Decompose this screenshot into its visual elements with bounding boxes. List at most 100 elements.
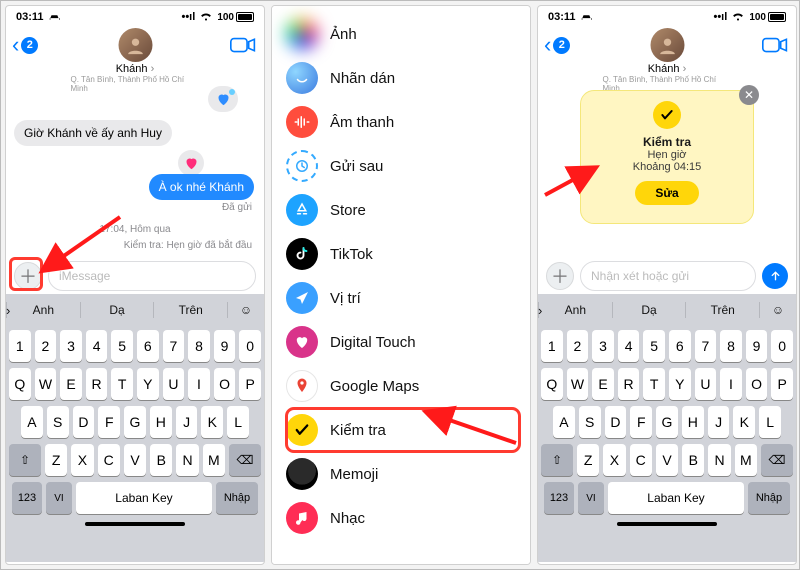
card-sub2: Khoảng 04:15 [633, 161, 702, 173]
reaction-heart-msg[interactable] [208, 86, 238, 112]
menu-item-memoji[interactable]: Memoji [286, 452, 520, 496]
lang-key[interactable]: VI [46, 482, 72, 514]
phone-screen-1: 03:11 ••ıl 100 ‹ 2 Khánh [5, 5, 265, 565]
tutorial-stage: 03:11 ••ıl 100 ‹ 2 Khánh [0, 0, 800, 570]
location-icon [286, 282, 318, 314]
signal-icon: ••ıl [713, 11, 727, 23]
emoji-key[interactable]: ☺ [228, 303, 264, 317]
menu-item-digital-touch[interactable]: Digital Touch [286, 320, 520, 364]
status-bar: 03:11 ••ıl 100 [538, 6, 796, 28]
menu-item-photos[interactable]: Ảnh [286, 12, 520, 56]
msg-status: Đã gửi [222, 202, 252, 213]
keyboard: › Anh Dạ Trên ☺ 1234567890 QWERTYUIOP AS… [6, 294, 264, 562]
status-bar: 03:11 ••ıl 100 [6, 6, 264, 28]
shift-key[interactable]: ⇧ [541, 444, 573, 476]
apps-menu: Ảnh Nhãn dán Âm thanh Gửi sau [272, 6, 530, 564]
clock-icon [286, 150, 318, 182]
chat-header: ‹ 2 Khánh Q. Tân Bình, Thành Phố Hồ Chí … [538, 28, 796, 82]
check-in-icon [286, 414, 318, 446]
unread-badge: 2 [553, 37, 570, 54]
facetime-button[interactable] [230, 36, 256, 59]
avatar [118, 28, 152, 62]
signal-icon: ••ıl [181, 11, 195, 23]
input-row: ＋ Nhận xét hoặc gửi [538, 258, 796, 294]
chat-body: ✕ Kiểm tra Hẹn giờ Khoảng 04:15 Sửa [538, 82, 796, 258]
menu-item-send-later[interactable]: Gửi sau [286, 144, 520, 188]
kb-row-1: QWERTYUIOP [9, 368, 261, 400]
menu-item-stickers[interactable]: Nhãn dán [286, 56, 520, 100]
menu-item-music[interactable]: Nhạc [286, 496, 520, 540]
menu-item-store[interactable]: Store [286, 188, 520, 232]
menu-item-audio[interactable]: Âm thanh [286, 100, 520, 144]
shift-key[interactable]: ⇧ [9, 444, 41, 476]
chevron-left-icon: ‹ [12, 36, 19, 54]
space-key[interactable]: Laban Key [76, 482, 212, 514]
incoming-msg[interactable]: Giờ Khánh về ấy anh Huy [14, 120, 172, 146]
edit-button[interactable]: Sửa [635, 181, 698, 205]
avatar [650, 28, 684, 62]
statusbar-time: 03:11 [16, 11, 44, 23]
apps-plus-button[interactable]: ＋ [14, 262, 42, 290]
send-button[interactable] [762, 263, 788, 289]
battery-indicator: 100 [217, 12, 254, 23]
emoji-key[interactable]: ☺ [760, 303, 796, 317]
numeric-key[interactable]: 123 [12, 482, 42, 514]
prediction-1[interactable]: Anh [7, 303, 80, 317]
check-icon [653, 101, 681, 129]
prediction-bar: › Anh Dạ Trên ☺ [538, 294, 796, 326]
stickers-icon [286, 62, 318, 94]
back-button[interactable]: ‹ 2 [12, 36, 38, 54]
kb-row-2: ASDFGHJKL [9, 406, 261, 438]
battery-indicator: 100 [749, 12, 786, 23]
message-field[interactable]: iMessage [48, 261, 256, 291]
kb-row-bottom: 123 VI Laban Key Nhập [9, 482, 261, 514]
tiktok-icon [286, 238, 318, 270]
audio-icon [286, 106, 318, 138]
timestamp: 17:04, Hôm qua [99, 224, 170, 235]
phone-screen-3: 03:11 ••ıl 100 ‹ 2 Khánh [537, 5, 797, 565]
backspace-key[interactable]: ⌫ [229, 444, 261, 476]
phone-screen-2: Ảnh Nhãn dán Âm thanh Gửi sau [271, 5, 531, 565]
appstore-icon [286, 194, 318, 226]
kb-row-3: ⇧ ZXCVBNM ⌫ [9, 444, 261, 476]
digital-touch-icon [286, 326, 318, 358]
kb-row-nums: 1234567890 [9, 330, 261, 362]
unread-badge: 2 [21, 37, 38, 54]
prediction-2[interactable]: Dạ [81, 303, 154, 317]
check-in-card[interactable]: ✕ Kiểm tra Hẹn giờ Khoảng 04:15 Sửa [580, 90, 754, 224]
prediction-bar: › Anh Dạ Trên ☺ [6, 294, 264, 326]
menu-item-check-in[interactable]: Kiểm tra [286, 408, 520, 452]
message-field[interactable]: Nhận xét hoặc gửi [580, 261, 756, 291]
card-title: Kiểm tra [643, 135, 691, 149]
wifi-icon [731, 12, 745, 22]
apps-plus-button[interactable]: ＋ [546, 262, 574, 290]
keyboard: › Anh Dạ Trên ☺ 1234567890 QWERTYUIOP AS… [538, 294, 796, 562]
chat-body: Giờ Khánh về ấy anh Huy À ok nhé Khánh Đ… [6, 82, 264, 258]
checkin-status-line: Kiểm tra: Hẹn giờ đã bắt đầu [124, 240, 252, 251]
reaction-pink-heart[interactable] [178, 150, 204, 176]
memoji-icon [286, 458, 318, 490]
photos-icon [286, 18, 318, 50]
input-row: ＋ iMessage [6, 258, 264, 294]
home-indicator[interactable] [6, 514, 264, 534]
home-indicator[interactable] [538, 514, 796, 534]
car-icon [48, 12, 62, 22]
chat-header: ‹ 2 Khánh Q. Tân Bình, Thành Phố Hồ Chí … [6, 28, 264, 82]
facetime-button[interactable] [762, 36, 788, 59]
menu-item-google-maps[interactable]: Google Maps [286, 364, 520, 408]
wifi-icon [199, 12, 213, 22]
google-maps-icon [286, 370, 318, 402]
prediction-3[interactable]: Trên [154, 303, 227, 317]
close-icon[interactable]: ✕ [739, 85, 759, 105]
outgoing-msg[interactable]: À ok nhé Khánh [149, 174, 254, 200]
statusbar-time: 03:11 [548, 11, 576, 23]
car-icon [580, 12, 594, 22]
menu-item-location[interactable]: Vị trí [286, 276, 520, 320]
chevron-left-icon: ‹ [544, 36, 551, 54]
music-icon [286, 502, 318, 534]
back-button[interactable]: ‹ 2 [544, 36, 570, 54]
backspace-key[interactable]: ⌫ [761, 444, 793, 476]
menu-item-tiktok[interactable]: TikTok [286, 232, 520, 276]
card-sub1: Hẹn giờ [647, 149, 686, 161]
return-key[interactable]: Nhập [216, 482, 258, 514]
